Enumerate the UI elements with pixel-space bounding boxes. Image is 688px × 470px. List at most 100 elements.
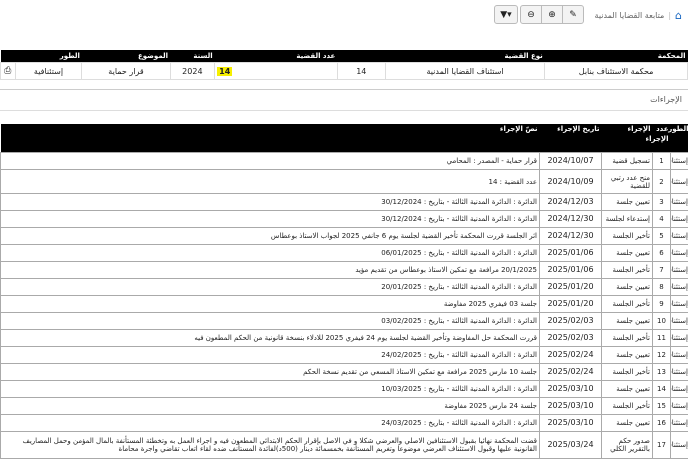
col-proc-text: نصّ الإجراء (0, 124, 540, 153)
proc-text-cell: الدائرة : الدائرة المدنية الثالثة - بتار… (0, 210, 540, 228)
case-no-highlight: 14 (217, 66, 233, 76)
proc-stage-cell: إستئنافية (670, 346, 688, 364)
table-row[interactable]: إستئنافية7تأخير الجلسة2025/01/0620/1/202… (0, 261, 688, 279)
table-row[interactable]: إستئنافية2منح عدد رتبي للقضية2024/10/09ع… (0, 169, 688, 194)
col-proc-stage: الطور (668, 124, 688, 153)
table-row[interactable]: إستئنافية10تعيين جلسة2025/02/03الدائرة :… (0, 312, 688, 330)
proc-name-cell: تأخير الجلسة (601, 295, 653, 313)
proc-no-cell: 16 (652, 414, 671, 432)
table-row[interactable]: إستئنافية16تعيين جلسة2025/03/10الدائرة :… (0, 414, 688, 432)
filter-icon: ▼▾ (500, 9, 512, 20)
table-row[interactable]: إستئنافية14تعيين جلسة2025/03/10الدائرة :… (0, 380, 688, 398)
procedures-table: الطور عدد الإجراء الإجراء تاريخ الإجراء … (0, 124, 688, 459)
home-icon[interactable]: ⌂ (675, 9, 682, 22)
col-year: السنة (170, 50, 215, 63)
proc-text-cell: الدائرة : الدائرة المدنية الثالثة - بتار… (0, 244, 540, 262)
proc-date-cell: 2025/01/20 (539, 295, 602, 313)
case-no-right: 14 (336, 62, 386, 80)
proc-no-cell: 13 (652, 363, 671, 381)
proc-date-cell: 2024/12/03 (539, 193, 602, 211)
col-case-no-label: عدد القضية (214, 50, 338, 63)
table-row[interactable]: إستئنافية17صدور حكم بالتقرير الكلي2025/0… (0, 431, 688, 459)
table-row[interactable]: إستئنافية6تعيين جلسة2025/01/06الدائرة : … (0, 244, 688, 262)
col-stage: الطور (15, 50, 82, 63)
proc-no-cell: 1 (652, 152, 671, 170)
proc-stage-cell: إستئنافية (670, 227, 688, 245)
toolbar: ▼▾ ⊖ ⊕ ✎ متابعة القضايا المدنية | ⌂ (0, 0, 688, 30)
tool-button-group: ⊖ ⊕ ✎ (520, 5, 584, 24)
proc-text-cell: الدائرة : الدائرة المدنية الثالثة - بتار… (0, 278, 540, 296)
proc-name-cell: إستدعاء لجلسة (601, 210, 653, 228)
procedures-header: الطور عدد الإجراء الإجراء تاريخ الإجراء … (0, 124, 688, 153)
tab-procedures[interactable]: الإجراءات (650, 95, 682, 104)
filter-button[interactable]: ▼▾ (494, 5, 518, 24)
tab-bar: الإجراءات (0, 89, 688, 111)
table-row[interactable]: إستئنافية12تعيين جلسة2025/02/24الدائرة :… (0, 346, 688, 364)
table-row[interactable]: إستئنافية4إستدعاء لجلسة2024/12/30الدائرة… (0, 210, 688, 228)
case-print: ⎙ (0, 62, 16, 80)
proc-no-cell: 4 (652, 210, 671, 228)
proc-text-cell: قررت المحكمة حل المفاوضة وتأخير القضية ل… (0, 329, 540, 347)
proc-name-cell: تأخير الجلسة (601, 227, 653, 245)
proc-text-cell: جلسة 24 مارس 2025 مفاوضة (0, 397, 540, 415)
proc-stage-cell: إستئنافية (670, 295, 688, 313)
table-row[interactable]: إستئنافية9تأخير الجلسة2025/01/20جلسة 03 … (0, 295, 688, 313)
col-proc-date: تاريخ الإجراء (539, 124, 602, 153)
pencil-icon: ✎ (569, 9, 577, 20)
proc-text-cell: الدائرة : الدائرة المدنية الثالثة - بتار… (0, 380, 540, 398)
case-table-header: المحكمة نوع القضية عدد القضية السنة المو… (0, 50, 688, 63)
proc-name-cell: تعيين جلسة (601, 312, 653, 330)
breadcrumb-label[interactable]: متابعة القضايا المدنية (595, 11, 665, 20)
proc-no-cell: 14 (652, 380, 671, 398)
proc-stage-cell: إستئنافية (670, 363, 688, 381)
proc-name-cell: تأخير الجلسة (601, 397, 653, 415)
proc-name-cell: تأخير الجلسة (601, 261, 653, 279)
table-row[interactable]: إستئنافية15تأخير الجلسة2025/03/10جلسة 24… (0, 397, 688, 415)
case-row[interactable]: محكمة الاستئناف بنابل استئناف القضايا ال… (0, 62, 688, 80)
print-icon[interactable]: ⎙ (4, 66, 11, 76)
proc-stage-cell: إستئنافية (670, 397, 688, 415)
proc-name-cell: تعيين جلسة (601, 278, 653, 296)
proc-text-cell: جلسة 10 مارس 2025 مرافعة مع تمكين الاستا… (0, 363, 540, 381)
proc-name-cell: تعيين جلسة (601, 380, 653, 398)
proc-date-cell: 2025/03/10 (539, 414, 602, 432)
proc-date-cell: 2024/12/30 (539, 210, 602, 228)
proc-text-cell: الدائرة : الدائرة المدنية الثالثة - بتار… (0, 414, 540, 432)
table-row[interactable]: إستئنافية8تعيين جلسة2025/01/20الدائرة : … (0, 278, 688, 296)
proc-stage-cell: إستئنافية (670, 380, 688, 398)
proc-stage-cell: إستئنافية (670, 169, 688, 194)
proc-stage-cell: إستئنافية (670, 210, 688, 228)
col-case-no (337, 50, 386, 63)
table-row[interactable]: إستئنافية11تأخير الجلسة2025/02/03قررت ال… (0, 329, 688, 347)
proc-text-cell: اثر الجلسة قررت المحكمة تأخير القضية لجل… (0, 227, 540, 245)
proc-date-cell: 2025/01/06 (539, 244, 602, 262)
proc-text-cell: 20/1/2025 مرافعة مع تمكين الاستاذ بوعطاس… (0, 261, 540, 279)
proc-text-cell: الدائرة : الدائرة المدنية الثالثة - بتار… (0, 346, 540, 364)
col-proc: الإجراء (601, 124, 653, 153)
proc-date-cell: 2024/12/30 (539, 227, 602, 245)
table-row[interactable]: إستئنافية1تسجيل قضية2024/10/07قرار حماية… (0, 152, 688, 170)
zoom-in-button[interactable]: ⊕ (541, 6, 562, 23)
edit-button[interactable]: ✎ (562, 6, 583, 23)
proc-stage-cell: إستئنافية (670, 278, 688, 296)
proc-stage-cell: إستئنافية (670, 244, 688, 262)
proc-no-cell: 9 (652, 295, 671, 313)
table-row[interactable]: إستئنافية5تأخير الجلسة2024/12/30اثر الجل… (0, 227, 688, 245)
proc-date-cell: 2025/02/03 (539, 329, 602, 347)
proc-text-cell: الدائرة : الدائرة المدنية الثالثة - بتار… (0, 312, 540, 330)
proc-date-cell: 2025/02/24 (539, 346, 602, 364)
proc-text-cell: قرار حماية - المصدر : المحامي (0, 152, 540, 170)
table-row[interactable]: إستئنافية3تعيين جلسة2024/12/03الدائرة : … (0, 193, 688, 211)
proc-no-cell: 5 (652, 227, 671, 245)
proc-no-cell: 10 (652, 312, 671, 330)
case-year: 2024 (169, 62, 216, 80)
col-court: المحكمة (544, 50, 688, 63)
proc-no-cell: 3 (652, 193, 671, 211)
case-table: المحكمة نوع القضية عدد القضية السنة المو… (0, 50, 688, 80)
table-row[interactable]: إستئنافية13تأخير الجلسة2025/02/24جلسة 10… (0, 363, 688, 381)
case-court: محكمة الاستئناف بنابل (544, 62, 688, 80)
zoom-out-button[interactable]: ⊖ (521, 6, 541, 23)
proc-no-cell: 15 (652, 397, 671, 415)
proc-name-cell: صدور حكم بالتقرير الكلي (601, 431, 653, 459)
case-type: استئناف القضايا المدنية (384, 62, 546, 80)
